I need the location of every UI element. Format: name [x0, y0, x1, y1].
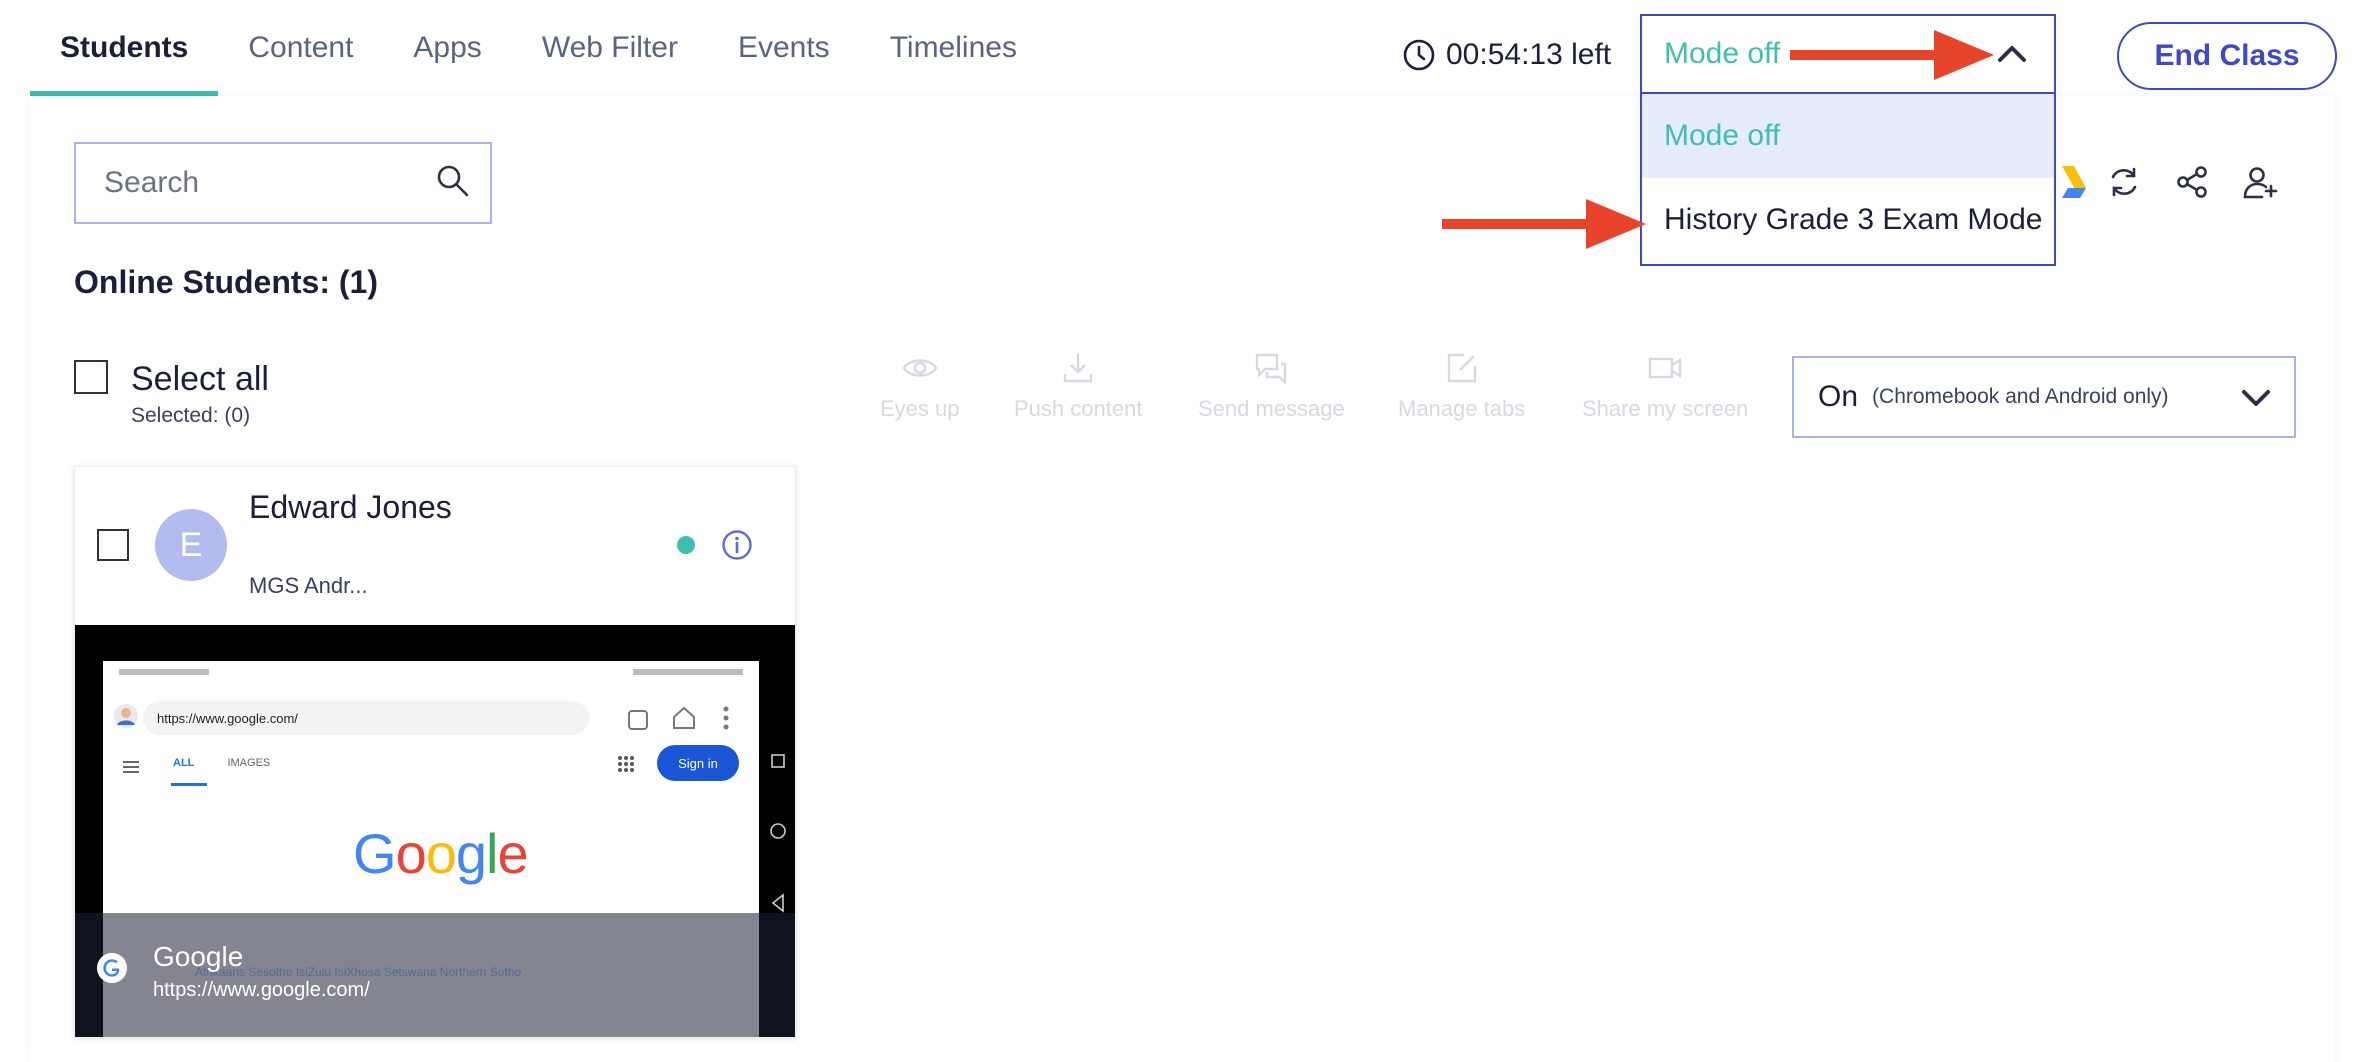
screen-info-overlay: Afrikaans Sesotho IsiZulu IsiXhosa Setsw…	[75, 913, 795, 1037]
tab-timelines[interactable]: Timelines	[860, 0, 1047, 96]
screen-status-select[interactable]: On (Chromebook and Android only)	[1792, 356, 2296, 438]
share-icon[interactable]	[2170, 160, 2214, 204]
message-icon	[1256, 353, 1287, 385]
search-icon[interactable]	[434, 162, 472, 200]
info-icon[interactable]	[721, 529, 753, 561]
tab-students[interactable]: Students	[30, 0, 219, 96]
avatar: E	[155, 509, 227, 581]
chevron-up-icon	[1998, 46, 2026, 62]
status-note: (Chromebook and Android only)	[1872, 385, 2169, 408]
online-status-dot	[677, 536, 695, 554]
profile-icon	[114, 704, 138, 728]
tab-apps[interactable]: Apps	[383, 0, 511, 96]
status-value: On	[1818, 380, 1859, 413]
manage-tabs-button[interactable]: Manage tabs	[1398, 350, 1525, 422]
annotation-arrow-chevron	[1790, 30, 1994, 80]
apps-grid-icon	[618, 756, 634, 772]
more-vertical-icon	[723, 706, 729, 730]
phone-sign-in-button: Sign in	[657, 745, 739, 781]
online-students-heading: Online Students: (1)	[74, 264, 378, 300]
eye-icon	[902, 359, 938, 377]
tab-events[interactable]: Events	[708, 0, 860, 96]
student-screen-thumbnail[interactable]: https://www.google.com/ ALL IMAGES Sign …	[75, 625, 795, 1037]
search-input[interactable]	[102, 165, 426, 201]
select-all-label: Select all	[131, 360, 269, 398]
phone-status-bar	[103, 661, 759, 683]
annotation-arrow-option	[1442, 199, 1646, 249]
menu-icon	[123, 761, 139, 773]
mode-option-off[interactable]: Mode off	[1642, 94, 2054, 178]
screen-page-url: https://www.google.com/	[153, 979, 370, 1001]
tab-web-filter[interactable]: Web Filter	[512, 0, 708, 96]
screen-page-title: Google	[153, 941, 244, 972]
push-content-button[interactable]: Push content	[1014, 350, 1142, 422]
student-search	[74, 142, 492, 224]
tabs-icon	[628, 710, 648, 730]
download-icon	[1064, 354, 1093, 383]
send-message-button[interactable]: Send message	[1198, 350, 1345, 422]
main-tabs: Students Content Apps Web Filter Events …	[30, 0, 1047, 96]
google-favicon-icon	[97, 953, 127, 983]
select-all-checkbox[interactable]	[74, 360, 108, 394]
selected-count: Selected: (0)	[131, 404, 251, 427]
phone-language-links: Afrikaans Sesotho IsiZulu IsiXhosa Setsw…	[195, 965, 522, 979]
student-name: Edward Jones	[249, 489, 452, 525]
class-timer: 00:54:13 left	[1402, 34, 1611, 76]
student-checkbox[interactable]	[97, 529, 129, 561]
google-logo: Google	[353, 822, 529, 885]
timer-text: 00:54:13 left	[1446, 38, 1612, 71]
end-class-button[interactable]: End Class	[2117, 22, 2337, 90]
edit-icon	[1447, 353, 1476, 383]
add-user-icon[interactable]	[2238, 160, 2282, 204]
clock-icon	[1403, 39, 1435, 71]
chevron-down-icon	[2242, 390, 2270, 406]
eyes-up-button[interactable]: Eyes up	[880, 350, 960, 422]
mode-selected-value: Mode off	[1664, 37, 1781, 70]
student-device: MGS Andr...	[249, 573, 368, 598]
refresh-icon[interactable]	[2102, 160, 2146, 204]
phone-search-tabs: ALL IMAGES	[173, 757, 271, 769]
phone-address-bar: https://www.google.com/	[143, 701, 589, 735]
tab-content[interactable]: Content	[218, 0, 383, 96]
mode-option-history-exam[interactable]: History Grade 3 Exam Mode	[1642, 178, 2054, 262]
share-my-screen-button[interactable]: Share my screen	[1582, 350, 1748, 422]
mode-dropdown-menu: Mode off History Grade 3 Exam Mode	[1640, 94, 2056, 266]
student-card[interactable]: E Edward Jones MGS Andr... https://www.g…	[74, 466, 796, 1038]
home-icon	[673, 706, 695, 729]
active-tab-underline	[171, 783, 207, 786]
video-camera-icon	[1648, 357, 1682, 379]
